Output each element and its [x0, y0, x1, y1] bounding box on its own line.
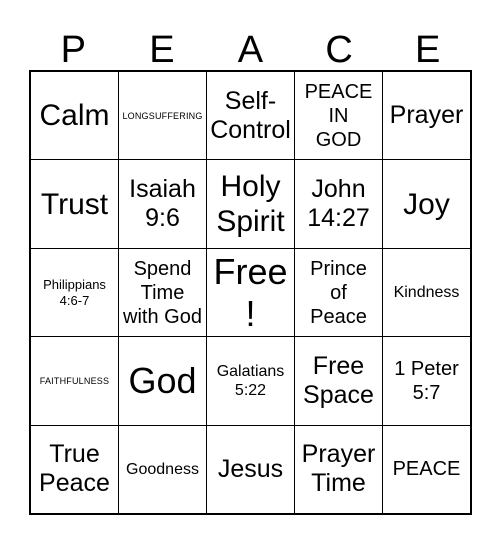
bingo-cell-r3c5[interactable]: Kindness [383, 249, 470, 336]
bingo-cell-label: True Peace [39, 440, 110, 498]
bingo-cell-label: FAITHFULNESS [39, 375, 110, 386]
bingo-card: P E A C E Calm LONGSUFFERING Self- Contr… [0, 0, 500, 544]
bingo-cell-label: John 14:27 [307, 175, 370, 233]
bingo-cell-label: 1 Peter 5:7 [394, 357, 459, 404]
bingo-cell-r5c2[interactable]: Goodness [119, 425, 207, 514]
bingo-cell-label: Prayer Time [301, 440, 376, 498]
bingo-cell-r3c1[interactable]: Philippians 4:6-7 [31, 248, 119, 337]
bingo-cell-label: Self- Control [210, 86, 291, 144]
table-row: Philippians 4:6-7 Spend Time with God Fr… [31, 248, 470, 338]
bingo-cell-label: Trust [40, 187, 109, 221]
bingo-cell-label: Spend Time with God [123, 257, 202, 328]
bingo-cell-label: Prayer [389, 101, 464, 130]
bingo-cell-label: Free Space [303, 351, 374, 409]
bingo-cell-r2c3[interactable]: Holy Spirit [207, 160, 295, 248]
bingo-cell-label: PEACE [392, 458, 461, 481]
bingo-cell-r2c4[interactable]: John 14:27 [295, 160, 383, 248]
bingo-cell-r2c1[interactable]: Trust [31, 160, 119, 248]
header-letter-4: C [325, 29, 353, 71]
bingo-cell-r4c1[interactable]: FAITHFULNESS [31, 337, 119, 425]
bingo-cell-r2c2[interactable]: Isaiah 9:6 [119, 160, 207, 248]
header-letter-2: E [149, 29, 175, 71]
bingo-cell-r1c5[interactable]: Prayer [383, 72, 470, 159]
bingo-cell-r2c5[interactable]: Joy [383, 160, 470, 247]
bingo-cell-r1c4[interactable]: PEACE IN GOD [295, 72, 383, 160]
bingo-cell-label: PEACE IN GOD [304, 80, 373, 151]
table-row: True Peace Goodness Jesus Prayer Time PE… [31, 425, 470, 514]
header-letter-1: P [60, 29, 86, 71]
bingo-cell-r4c4-free-space[interactable]: Free Space [295, 337, 383, 425]
bingo-grid: Calm LONGSUFFERING Self- Control PEACE I… [29, 70, 472, 515]
bingo-cell-label: Jesus [217, 454, 284, 483]
bingo-cell-label: Goodness [126, 460, 199, 478]
bingo-cell-r3c3-free[interactable]: Free! [207, 248, 295, 337]
header-letter-5: E [414, 29, 441, 71]
bingo-header-letters: P E A C E [29, 26, 472, 70]
header-letter-3: A [237, 29, 264, 71]
bingo-cell-label: Philippians 4:6-7 [43, 276, 106, 308]
bingo-cell-r5c3[interactable]: Jesus [207, 425, 295, 514]
bingo-cell-label: Free! [213, 250, 288, 334]
bingo-cell-r5c5[interactable]: PEACE [383, 426, 470, 513]
bingo-cell-r1c1[interactable]: Calm [31, 72, 119, 160]
bingo-cell-label: Joy [403, 187, 450, 221]
bingo-cell-label: Kindness [393, 284, 460, 302]
table-row: Calm LONGSUFFERING Self- Control PEACE I… [31, 72, 470, 161]
bingo-cell-r4c5[interactable]: 1 Peter 5:7 [383, 337, 470, 424]
table-row: FAITHFULNESS God Galatians 5:22 Free Spa… [31, 337, 470, 426]
bingo-cell-r4c3[interactable]: Galatians 5:22 [207, 337, 295, 425]
bingo-cell-r1c3[interactable]: Self- Control [207, 72, 295, 160]
bingo-cell-r5c4[interactable]: Prayer Time [295, 425, 383, 514]
bingo-cell-r1c2[interactable]: LONGSUFFERING [119, 72, 207, 160]
bingo-cell-label: Galatians 5:22 [216, 362, 285, 399]
bingo-cell-label: Prince of Peace [310, 257, 367, 328]
bingo-cell-label: Isaiah 9:6 [129, 175, 196, 233]
bingo-cell-label: God [128, 359, 197, 401]
bingo-cell-r3c2[interactable]: Spend Time with God [119, 248, 207, 337]
bingo-cell-r4c2[interactable]: God [119, 337, 207, 425]
bingo-cell-label: LONGSUFFERING [122, 110, 203, 121]
bingo-cell-label: Calm [39, 99, 110, 133]
table-row: Trust Isaiah 9:6 Holy Spirit John 14:27 … [31, 160, 470, 249]
bingo-cell-r5c1[interactable]: True Peace [31, 425, 119, 514]
bingo-cell-label: Holy Spirit [216, 170, 285, 239]
bingo-cell-r3c4[interactable]: Prince of Peace [295, 248, 383, 337]
